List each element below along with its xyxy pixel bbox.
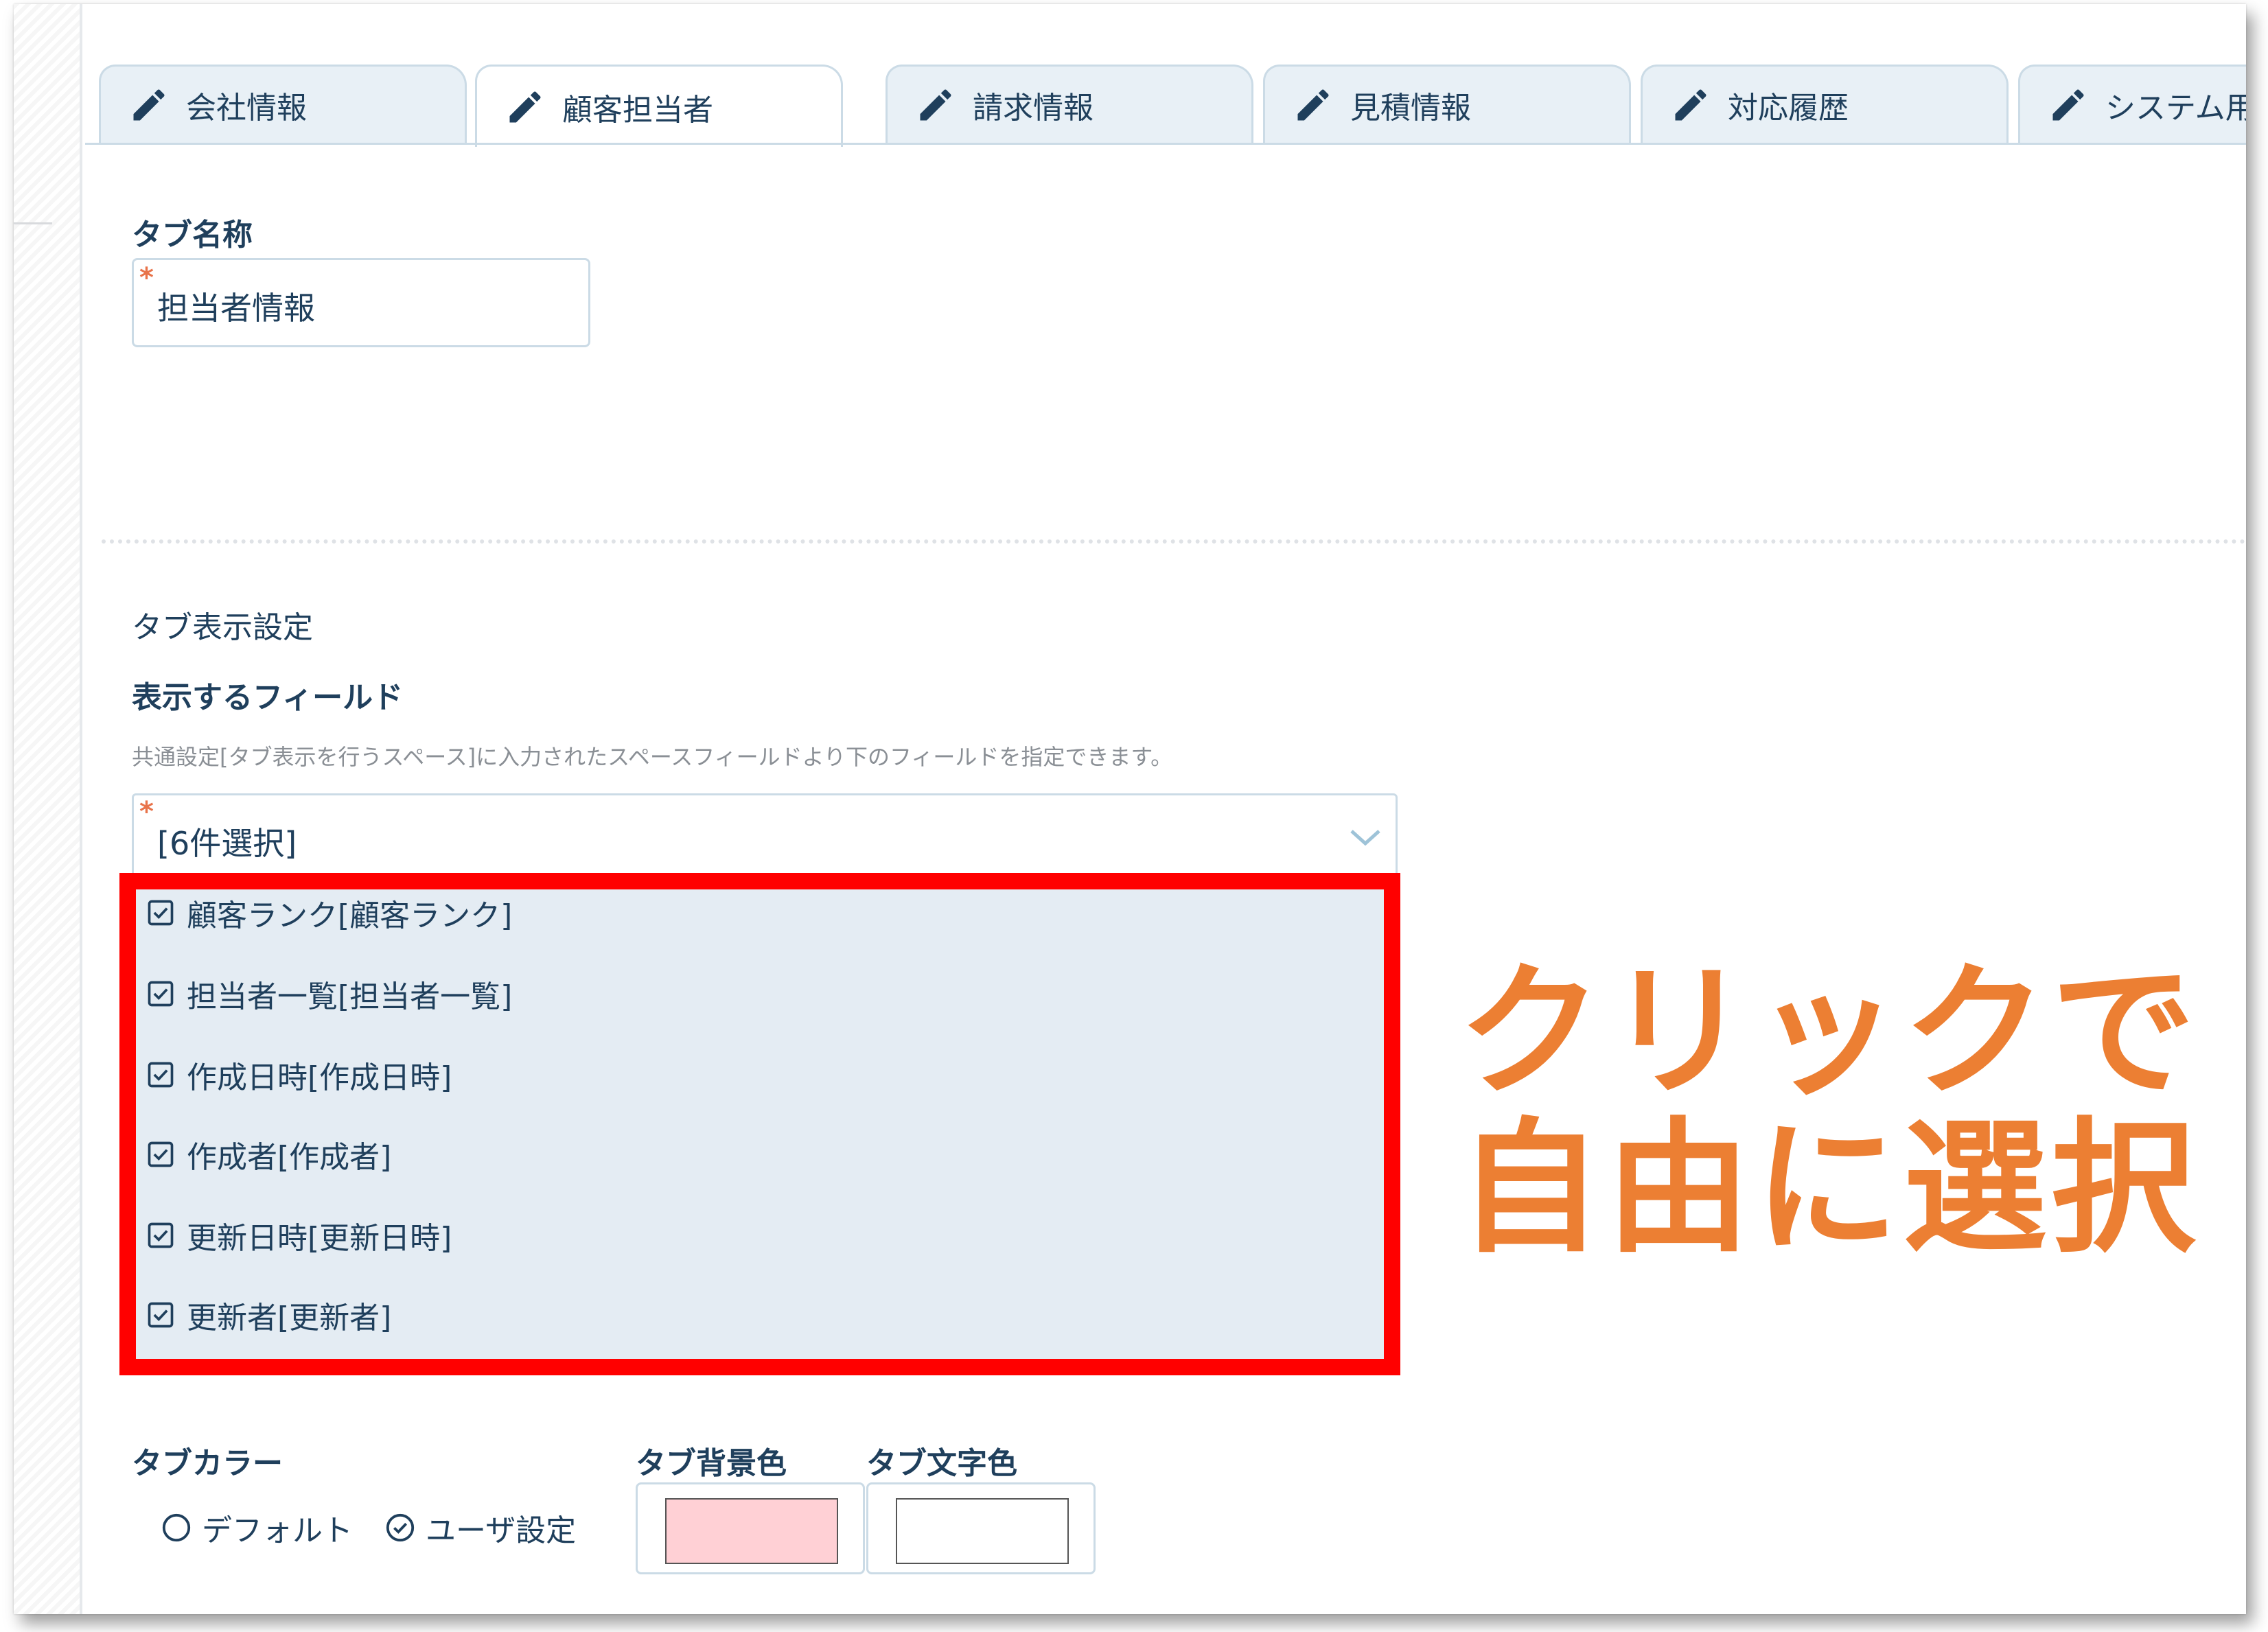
- highlight-box: [119, 873, 1400, 1375]
- required-mark: *: [139, 796, 154, 828]
- pencil-icon: [1297, 89, 1329, 120]
- tab-name-label: タブ名称: [132, 218, 253, 253]
- tab-estimate-info[interactable]: 見積情報: [1263, 65, 1631, 143]
- radio-checked-icon[interactable]: [384, 1512, 416, 1543]
- tab-background-color-label: タブ背景色: [636, 1446, 787, 1481]
- tab-label: システム用: [2105, 90, 2246, 126]
- tab-label: 対応履歴: [1728, 90, 1849, 126]
- display-fields-help: 共通設定[タブ表示を行うスペース]に入力されたスペースフィールドより下のフィール…: [132, 744, 1173, 770]
- tab-billing-info[interactable]: 請求情報: [886, 65, 1253, 143]
- pencil-icon: [1675, 89, 1706, 120]
- left-gutter-divider: [14, 222, 52, 224]
- radio-label-default[interactable]: デフォルト: [202, 1506, 353, 1550]
- callout-line-1: クリックで: [1458, 948, 2200, 1116]
- tab-label: 会社情報: [186, 90, 307, 126]
- radio-label-user[interactable]: ユーザ設定: [426, 1506, 576, 1550]
- pencil-icon: [509, 91, 541, 122]
- tab-label: 見積情報: [1350, 90, 1471, 126]
- tab-name-value: 担当者情報: [157, 290, 315, 327]
- screenshot-frame: 会社情報 顧客担当者 請求情報 見積情報 対応履歴 システム用 タブ名称 * 担…: [14, 4, 2246, 1614]
- tab-support-history[interactable]: 対応履歴: [1641, 65, 2009, 143]
- tab-text-color-picker[interactable]: [866, 1482, 1096, 1574]
- required-mark: *: [139, 262, 154, 294]
- tab-color-label: タブカラー: [132, 1446, 283, 1481]
- pencil-icon: [2052, 89, 2084, 120]
- radio-unchecked-icon[interactable]: [161, 1512, 192, 1543]
- select-summary: [6件選択]: [157, 825, 297, 862]
- tab-display-settings-title: タブ表示設定: [132, 610, 313, 645]
- text-color-swatch[interactable]: [896, 1498, 1069, 1564]
- callout-line-2: 自由に選択: [1458, 1104, 2200, 1272]
- callout-annotation: クリックで 自由に選択: [1458, 954, 2199, 1267]
- display-fields-label: 表示するフィールド: [132, 680, 404, 715]
- chevron-down-icon[interactable]: [1349, 827, 1382, 848]
- tab-customer-contact[interactable]: 顧客担当者: [475, 65, 843, 147]
- tab-text-color-label: タブ文字色: [866, 1446, 1017, 1481]
- section-divider: [102, 539, 2246, 544]
- left-gutter: [14, 4, 82, 1614]
- tab-color-radio-group: デフォルト ユーザ設定: [161, 1506, 608, 1550]
- tab-label: 顧客担当者: [562, 92, 713, 128]
- tab-label: 請求情報: [973, 90, 1094, 126]
- tab-company-info[interactable]: 会社情報: [99, 65, 467, 143]
- settings-panel: 会社情報 顧客担当者 請求情報 見積情報 対応履歴 システム用 タブ名称 * 担…: [85, 4, 2246, 1614]
- pencil-icon: [920, 89, 951, 120]
- tab-bar-underline: [85, 143, 2246, 145]
- tab-name-input[interactable]: * 担当者情報: [132, 258, 590, 347]
- pencil-icon: [133, 89, 165, 120]
- tab-background-color-picker[interactable]: [636, 1482, 865, 1574]
- tab-system[interactable]: システム用: [2018, 65, 2246, 143]
- tab-bar: 会社情報 顧客担当者 請求情報 見積情報 対応履歴 システム用: [85, 4, 2246, 148]
- display-fields-select[interactable]: * [6件選択]: [132, 793, 1398, 880]
- background-color-swatch[interactable]: [665, 1498, 838, 1564]
